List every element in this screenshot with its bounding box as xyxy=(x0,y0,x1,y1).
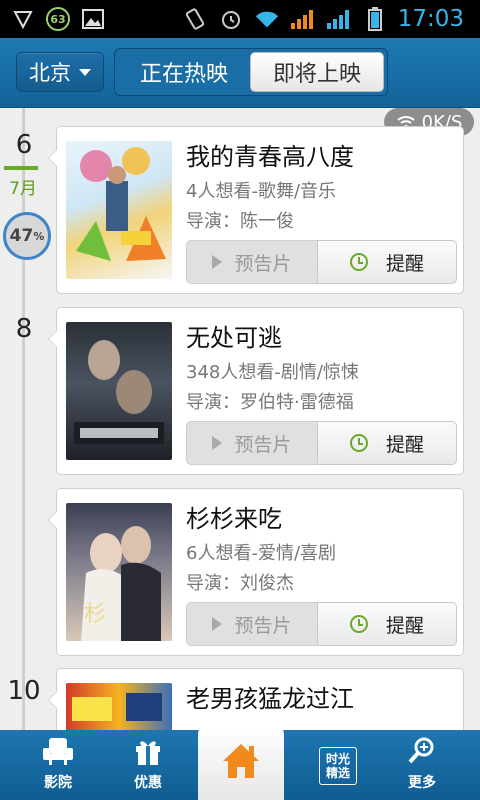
clock-icon xyxy=(349,434,368,452)
tab-cinema[interactable]: 影院 xyxy=(10,730,106,800)
alarm-icon xyxy=(218,6,244,32)
remind-label: 提醒 xyxy=(385,614,424,637)
city-label: 北京 xyxy=(29,61,71,85)
movie-poster[interactable]: 杉 xyxy=(66,503,172,641)
movie-director: 导演：刘俊杰 xyxy=(186,573,294,594)
tab-time-select[interactable]: 时光 精选 xyxy=(290,730,386,800)
movie-meta: 4人想看-歌舞/音乐 xyxy=(186,181,337,202)
progress-value: 47 xyxy=(9,226,34,246)
tab-home[interactable] xyxy=(198,726,284,800)
movie-poster[interactable] xyxy=(66,683,172,730)
tab-label: 更多 xyxy=(408,775,436,791)
movie-timeline-list[interactable]: 0K/S 6 7月 47% 我的青春高八度 4人想看-歌舞/音乐 导演：陈一俊 … xyxy=(0,108,480,730)
time-select-text: 时光 精选 xyxy=(325,752,350,780)
movie-title: 无处可逃 xyxy=(186,324,282,352)
tab-coming-soon[interactable]: 即将上映 xyxy=(250,52,384,92)
trailer-label: 预告片 xyxy=(234,252,292,275)
trailer-label: 预告片 xyxy=(234,614,292,637)
remind-button[interactable]: 提醒 xyxy=(317,602,457,646)
movie-meta: 348人想看-剧情/惊悚 xyxy=(186,362,359,383)
trailer-label: 预告片 xyxy=(234,433,292,456)
movie-card[interactable]: 老男孩猛龙过江 xyxy=(48,668,464,730)
movie-card[interactable]: 无处可逃 348人想看-剧情/惊悚 导演：罗伯特·雷德福 预告片 提醒 xyxy=(48,307,464,475)
gift-icon xyxy=(131,734,165,768)
tab-offers[interactable]: 优惠 xyxy=(100,730,196,800)
signal-icon xyxy=(326,6,352,32)
shield-icon xyxy=(10,6,36,32)
remind-label: 提醒 xyxy=(385,433,424,456)
month-label: 7月 xyxy=(9,179,37,199)
movie-title: 我的青春高八度 xyxy=(186,143,354,171)
movie-director: 导演：罗伯特·雷德福 xyxy=(186,392,354,413)
date-day: 8 xyxy=(15,314,33,344)
armchair-icon xyxy=(41,734,75,768)
tab-label: 影院 xyxy=(44,775,72,791)
month-indicator-bar xyxy=(4,166,38,170)
image-icon xyxy=(80,6,106,32)
play-icon xyxy=(212,255,223,269)
trailer-button[interactable]: 预告片 xyxy=(186,421,318,465)
signal-icon xyxy=(290,6,316,32)
movie-poster[interactable] xyxy=(66,141,172,279)
battery-icon xyxy=(362,6,388,32)
vibrate-icon xyxy=(182,6,208,32)
movie-title: 老男孩猛龙过江 xyxy=(186,685,354,713)
movie-card[interactable]: 杉 杉杉来吃 6人想看-爱情/喜剧 导演：刘俊杰 预告片 提醒 xyxy=(48,488,464,656)
remind-label: 提醒 xyxy=(385,252,424,275)
header-bar: 北京 正在热映 即将上映 xyxy=(0,38,480,108)
chevron-down-icon xyxy=(79,68,91,76)
tab-now-showing[interactable]: 正在热映 xyxy=(118,52,250,92)
status-bar: 63 17:03 xyxy=(0,0,480,38)
bottom-tab-bar: 影院 优惠 时光 精选 更多 xyxy=(0,726,480,800)
wifi-icon xyxy=(254,6,280,32)
poster-title-art: 杉 xyxy=(84,602,106,627)
movie-poster[interactable] xyxy=(66,322,172,460)
movie-tab-switch: 正在热映 即将上映 xyxy=(114,48,388,96)
time-select-icon: 时光 精选 xyxy=(318,746,358,786)
movie-director: 导演：陈一俊 xyxy=(186,211,294,232)
clock-time: 17:03 xyxy=(397,6,464,32)
date-day: 10 xyxy=(7,676,41,706)
remind-button[interactable]: 提醒 xyxy=(317,421,457,465)
cpu-badge-icon: 63 xyxy=(46,7,70,31)
trailer-button[interactable]: 预告片 xyxy=(186,602,318,646)
timeline-line xyxy=(22,108,25,730)
progress-unit: % xyxy=(33,229,45,243)
play-icon xyxy=(212,617,223,631)
city-selector-button[interactable]: 北京 xyxy=(16,52,104,92)
trailer-button[interactable]: 预告片 xyxy=(186,240,318,284)
movie-meta: 6人想看-爱情/喜剧 xyxy=(186,543,337,564)
date-day: 6 xyxy=(15,130,33,160)
play-icon xyxy=(212,436,223,450)
remind-button[interactable]: 提醒 xyxy=(317,240,457,284)
tab-more[interactable]: 更多 xyxy=(374,730,470,800)
progress-ring: 47% xyxy=(3,212,51,260)
time-select-box: 时光 精选 xyxy=(319,747,357,785)
clock-icon xyxy=(349,615,368,633)
movie-card[interactable]: 我的青春高八度 4人想看-歌舞/音乐 导演：陈一俊 预告片 提醒 xyxy=(48,126,464,294)
tab-label: 优惠 xyxy=(134,775,162,791)
movie-title: 杉杉来吃 xyxy=(186,505,282,533)
home-icon xyxy=(219,739,263,783)
search-more-icon xyxy=(405,734,439,768)
clock-icon xyxy=(349,253,368,271)
